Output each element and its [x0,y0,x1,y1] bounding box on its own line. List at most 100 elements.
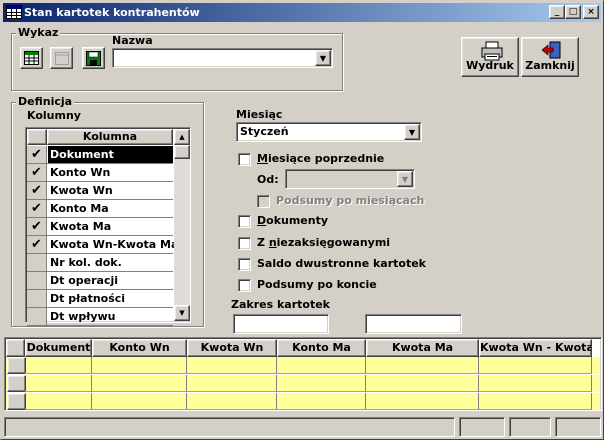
table-cell[interactable] [277,375,366,392]
list-item-label: Dt wpływu [50,310,116,323]
prev-months-checkbox[interactable] [238,153,251,166]
table-cell[interactable] [25,357,92,374]
grid-column-header[interactable]: Konto Ma [277,339,366,357]
table-row[interactable] [6,393,600,410]
chevron-down-icon[interactable]: ▼ [404,124,420,140]
table-icon [24,51,39,65]
table-cell[interactable] [479,357,592,374]
table-cell[interactable] [92,357,187,374]
new-list-button[interactable] [20,47,43,69]
checkmark-icon[interactable]: ✔ [27,218,47,235]
row-indicator[interactable] [7,393,26,410]
delete-list-button[interactable] [50,47,73,69]
results-grid[interactable]: Dokument Konto Wn Kwota Wn Konto Ma Kwota Ma… [4,337,602,411]
close-button-label: Zamknij [525,59,575,72]
od-label: Od: [257,173,279,186]
checkmark-icon[interactable] [27,272,47,289]
checkmark-icon[interactable]: ✔ [27,200,47,217]
nazwa-combo[interactable]: ▼ [112,48,333,68]
table-cell[interactable] [187,393,277,410]
table-cell[interactable] [366,393,479,410]
list-item-label: Dt operacji [50,274,119,287]
row-indicator[interactable] [7,357,26,374]
sums-by-account-label[interactable]: Podsumy po koncie [257,278,377,291]
table-cell[interactable] [92,393,187,410]
status-panel-3 [509,417,551,437]
table-cell[interactable] [366,375,479,392]
grid-column-header[interactable]: Kwota Ma [366,339,479,357]
checkmark-icon[interactable]: ✔ [27,182,47,199]
table-cell[interactable] [187,357,277,374]
table-cell[interactable] [277,393,366,410]
list-item-label: Nr kol. dok. [50,256,122,269]
grid-column-header[interactable]: Kwota Wn - Kwota [479,339,592,357]
minimize-button[interactable]: _ [549,5,565,19]
checkmark-icon[interactable]: ✔ [27,236,47,253]
table-cell[interactable] [25,375,92,392]
sums-by-month-label: Podsumy po miesiącach [276,194,425,207]
table-row[interactable] [6,357,600,374]
maximize-button[interactable]: □ [565,5,581,19]
zakres-to-input[interactable] [365,314,462,334]
table-cell[interactable] [479,375,592,392]
list-item[interactable]: ✔ Dokument [27,146,173,164]
close-window-button[interactable]: × [583,5,599,19]
chevron-down-icon[interactable]: ▼ [397,171,413,187]
zakres-from-input[interactable] [233,314,329,334]
list-item[interactable]: ✔ Kwota Wn [27,182,173,200]
table-cell[interactable] [277,357,366,374]
documents-checkbox[interactable] [238,215,251,228]
table-cell[interactable] [25,393,92,410]
list-item[interactable]: ✔ Kwota Ma [27,218,173,236]
close-button[interactable]: Zamknij [521,37,579,77]
list-item[interactable]: Dt operacji [27,272,173,290]
documents-label[interactable]: Dokumenty [257,214,328,227]
scroll-thumb[interactable] [174,145,190,159]
checkmark-icon[interactable] [27,290,47,307]
columns-list[interactable]: Kolumna ✔ Dokument ✔ Konto Wn ✔ Kwota Wn ✔ Kont… [25,127,191,326]
sums-by-month-checkbox[interactable] [257,195,270,208]
list-item[interactable]: ✔ Konto Ma [27,200,173,218]
status-panel-2 [459,417,505,437]
maximize-icon: □ [568,7,578,17]
unposted-checkbox[interactable] [238,237,251,250]
list-header-kolumna[interactable]: Kolumna [47,129,173,145]
table-cell[interactable] [479,393,592,410]
list-item-label: Dt płatności [50,292,126,305]
list-item[interactable]: ✔ Kwota Wn-Kwota Ma [27,236,178,254]
checkmark-icon[interactable] [27,308,47,325]
list-item-label: Kwota Ma [50,220,112,233]
prev-months-label[interactable]: Miesiące poprzednie [257,152,384,165]
unposted-label[interactable]: Z niezaksięgowanymi [257,236,390,249]
checkmark-icon[interactable]: ✔ [27,164,47,181]
miesiac-combo[interactable]: Styczeń ▼ [236,122,422,142]
grid-column-header[interactable]: Kwota Wn [187,339,277,357]
wykaz-group-title: Wykaz [16,26,61,39]
table-row[interactable] [6,375,600,392]
list-item[interactable]: Dt wpływu [27,308,173,326]
columns-list-scrollbar[interactable]: ▲ ▼ [174,129,190,321]
sums-by-account-checkbox[interactable] [238,279,251,292]
print-button[interactable]: Wydruk [461,37,519,77]
miesiac-value: Styczeń [240,125,289,138]
table-cell[interactable] [366,357,479,374]
checkmark-icon[interactable] [27,254,47,271]
title-bar[interactable]: Stan kartotek kontrahentów _ □ × [3,3,601,22]
row-indicator[interactable] [7,375,26,392]
scroll-down-icon[interactable]: ▼ [174,305,190,321]
list-item[interactable]: ✔ Konto Wn [27,164,173,182]
table-cell[interactable] [92,375,187,392]
kolumny-label: Kolumny [27,109,81,122]
two-sided-label[interactable]: Saldo dwustronne kartotek [257,257,426,270]
list-item[interactable]: Nr kol. dok. [27,254,173,272]
two-sided-checkbox[interactable] [238,258,251,271]
table-cell[interactable] [187,375,277,392]
list-item[interactable]: Dt płatności [27,290,173,308]
grid-column-header[interactable]: Konto Wn [92,339,187,357]
scroll-up-icon[interactable]: ▲ [174,129,190,145]
chevron-down-icon[interactable]: ▼ [315,50,331,66]
grid-column-header[interactable]: Dokument [25,339,92,357]
checkmark-icon[interactable]: ✔ [27,146,47,163]
od-combo[interactable]: ▼ [285,169,415,189]
save-list-button[interactable] [82,47,105,69]
